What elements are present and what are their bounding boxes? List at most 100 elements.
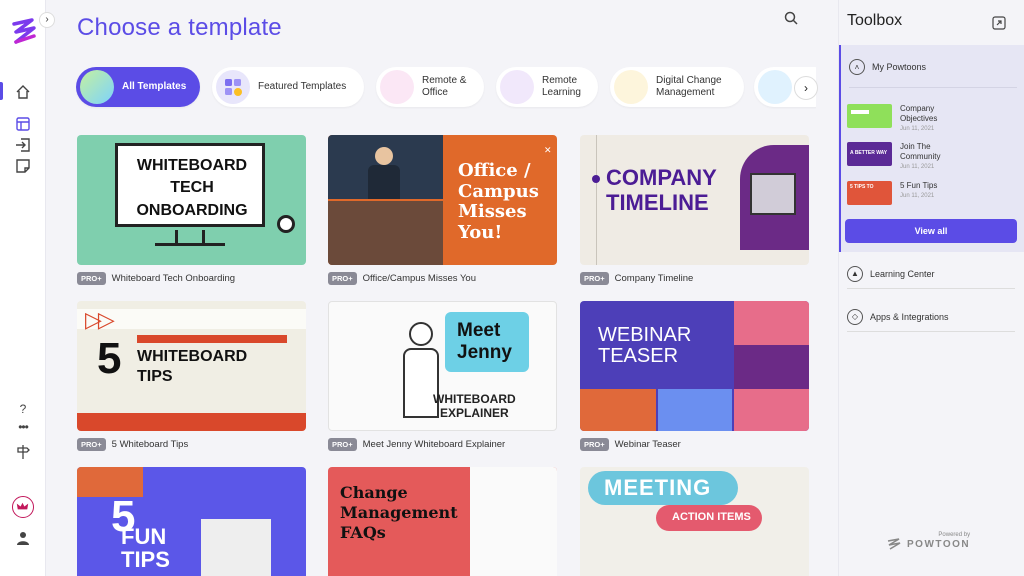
template-thumbnail[interactable]: WEBINAR TEASER xyxy=(580,301,809,431)
help-icon[interactable]: ? xyxy=(15,402,31,418)
chip-label: All Templates xyxy=(122,81,187,92)
chip-label: Digital Change Management xyxy=(656,75,722,98)
import-icon[interactable] xyxy=(15,137,31,153)
template-card[interactable]: WHITEBOARD TECH ONBOARDING PRO+ Whiteboar… xyxy=(77,135,306,285)
apps-icon: ◇ xyxy=(847,308,863,325)
pro-badge: PRO+ xyxy=(580,437,609,451)
chip-label: Remote & Office xyxy=(422,75,467,98)
template-thumbnail[interactable]: ✕ Office / Campus Misses You! xyxy=(328,135,557,265)
search-icon[interactable] xyxy=(784,11,798,25)
template-name: Company Timeline xyxy=(614,272,694,284)
thumbnail-title: Meet Jenny xyxy=(457,320,512,363)
learning-center-item[interactable]: ▲ Learning Center xyxy=(847,259,1015,289)
powtoon-thumbnail-text: A BETTER WAY xyxy=(850,150,888,156)
template-card[interactable]: Meet Jenny WHITEBOARD EXPLAINER PRO+ Meet… xyxy=(328,301,557,451)
powtoon-name: 5 Fun Tips xyxy=(900,181,938,190)
more-icon[interactable]: ••• xyxy=(15,420,31,436)
chevron-right-icon[interactable]: › xyxy=(794,76,818,100)
template-card[interactable]: 5 FUN TIPS xyxy=(77,467,306,576)
template-name: Whiteboard Tech Onboarding xyxy=(111,272,236,284)
template-card[interactable]: MEETING ACTION ITEMS xyxy=(580,467,809,576)
powtoon-mark-icon xyxy=(887,538,901,550)
active-indicator xyxy=(0,82,3,100)
pro-badge: PRO+ xyxy=(580,271,609,285)
chip-thumbnail xyxy=(216,70,250,104)
powtoon-thumbnail: A BETTER WAY xyxy=(847,142,892,166)
sticky-note-icon[interactable] xyxy=(15,158,31,174)
home-icon[interactable] xyxy=(15,84,31,100)
template-card[interactable]: COMPANY TIMELINE PRO+ Company Timeline xyxy=(580,135,809,285)
thumbnail-title: Change Management FAQs xyxy=(340,483,458,542)
thumbnail-subtitle: WHITEBOARD EXPLAINER xyxy=(433,392,516,421)
powtoon-item[interactable]: 5 TIPS TO 5 Fun Tips Jun 11, 2021 xyxy=(847,181,937,205)
template-thumbnail[interactable]: 5 FUN TIPS xyxy=(77,467,306,576)
chip-label: Featured Templates xyxy=(258,81,347,92)
template-thumbnail[interactable]: COMPANY TIMELINE xyxy=(580,135,809,265)
my-powtoons-label: My Powtoons xyxy=(872,62,927,72)
powered-by-logo: Powered by POWTOON xyxy=(887,532,970,550)
chip-label: Remote Learning xyxy=(542,75,581,98)
powtoon-thumbnail xyxy=(847,104,892,128)
thumbnail-title: WHITEBOARD TIPS xyxy=(137,348,248,385)
thumbnail-title: FUN TIPS xyxy=(121,524,170,573)
main-content: Choose a template All Templates Featured… xyxy=(46,0,838,576)
chip-remote-learning[interactable]: Remote Learning xyxy=(496,67,598,107)
chip-thumbnail xyxy=(500,70,534,104)
chevron-up-icon: ˄ xyxy=(849,59,865,75)
thumbnail-title: Office / Campus Misses You! xyxy=(458,160,539,244)
powtoon-date: Jun 11, 2021 xyxy=(900,126,935,132)
powtoon-logo-icon[interactable] xyxy=(10,16,38,46)
view-all-button[interactable]: View all xyxy=(845,219,1017,243)
template-card[interactable]: Change Management FAQs xyxy=(328,467,557,576)
powtoon-item[interactable]: Company Objectives Jun 11, 2021 xyxy=(847,104,937,132)
template-thumbnail[interactable]: WHITEBOARD TECH ONBOARDING xyxy=(77,135,306,265)
template-card[interactable]: ▷▷ 5 WHITEBOARD TIPS PRO+ 5 Whiteboard Ti… xyxy=(77,301,306,451)
powtoon-name: Company Objectives xyxy=(900,104,938,123)
chip-remote-office[interactable]: Remote & Office xyxy=(376,67,484,107)
thumbnail-title: WHITEBOARD TECH ONBOARDING xyxy=(136,157,248,219)
chip-thumbnail xyxy=(380,70,414,104)
page-title: Choose a template xyxy=(77,14,282,41)
pro-badge: PRO+ xyxy=(328,271,357,285)
thumbnail-title: COMPANY TIMELINE xyxy=(606,165,717,216)
template-thumbnail[interactable]: MEETING ACTION ITEMS xyxy=(580,467,809,576)
collapse-panel-icon[interactable] xyxy=(992,16,1006,30)
chip-digital-change-management[interactable]: Digital Change Management xyxy=(610,67,744,107)
chip-thumbnail xyxy=(80,70,114,104)
powtoon-brand: POWTOON xyxy=(907,538,971,550)
my-powtoons-section: ˄ My Powtoons Company Objectives Jun 11, … xyxy=(839,45,1024,252)
graduation-cap-icon: ▲ xyxy=(847,265,863,282)
my-powtoons-header[interactable]: ˄ My Powtoons xyxy=(849,59,926,75)
layout-icon[interactable] xyxy=(15,116,31,132)
pro-badge: PRO+ xyxy=(328,437,357,451)
learning-center-label: Learning Center xyxy=(870,268,935,279)
template-name: 5 Whiteboard Tips xyxy=(111,438,189,450)
template-card[interactable]: WEBINAR TEASER PRO+ Webinar Teaser xyxy=(580,301,809,451)
signpost-icon[interactable] xyxy=(15,444,31,460)
powtoon-item[interactable]: A BETTER WAY Join The Community Jun 11, 2… xyxy=(847,142,940,170)
template-thumbnail[interactable]: ▷▷ 5 WHITEBOARD TIPS xyxy=(77,301,306,431)
chip-thumbnail xyxy=(758,70,792,104)
thumbnail-number: 5 xyxy=(97,334,122,383)
thumbnail-title: WEBINAR TEASER xyxy=(598,324,692,367)
template-name: Office/Campus Misses You xyxy=(362,272,476,284)
template-thumbnail[interactable]: Change Management FAQs xyxy=(328,467,557,576)
template-name: Webinar Teaser xyxy=(614,438,681,450)
pro-badge: PRO+ xyxy=(77,437,106,451)
apps-integrations-item[interactable]: ◇ Apps & Integrations xyxy=(847,302,1015,332)
apps-integrations-label: Apps & Integrations xyxy=(870,311,949,322)
template-thumbnail[interactable]: Meet Jenny WHITEBOARD EXPLAINER xyxy=(328,301,557,431)
close-icon: ✕ xyxy=(544,145,552,155)
chip-featured-templates[interactable]: Featured Templates xyxy=(212,67,364,107)
powtoon-thumbnail: 5 TIPS TO xyxy=(847,181,892,205)
crown-icon[interactable] xyxy=(12,496,34,518)
toolbox-title: Toolbox xyxy=(847,12,903,29)
template-card[interactable]: ✕ Office / Campus Misses You! PRO+ Office… xyxy=(328,135,557,285)
powtoon-date: Jun 11, 2021 xyxy=(900,193,935,199)
chip-thumbnail xyxy=(614,70,648,104)
thumbnail-subtitle: ACTION ITEMS xyxy=(672,511,751,523)
template-name: Meet Jenny Whiteboard Explainer xyxy=(362,438,506,450)
user-icon[interactable] xyxy=(15,530,31,546)
chip-all-templates[interactable]: All Templates xyxy=(76,67,200,107)
toolbox-panel: Toolbox ˄ My Powtoons Company Objectives… xyxy=(838,0,1024,576)
